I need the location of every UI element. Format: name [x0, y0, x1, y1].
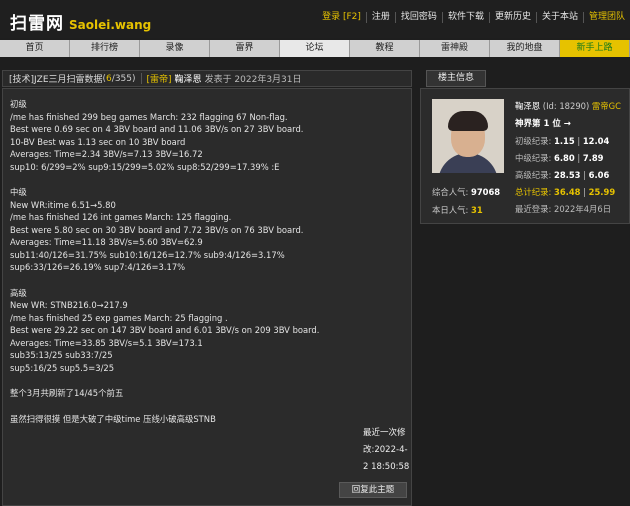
- nav-tutorial[interactable]: 教程: [350, 40, 420, 57]
- record-expert: 高级纪录: 28.53 | 6.06: [515, 170, 610, 180]
- post-line: sub11:40/126=31.75% sub10:16/126=12.7% s…: [10, 249, 285, 260]
- author-name[interactable]: 鞠泽恩: [515, 101, 540, 111]
- nav-newbie[interactable]: 新手上路: [560, 40, 630, 57]
- post-line: New WR:itime 6.51→5.80: [10, 199, 116, 210]
- post-line: sub35:13/25 sub33:7/25: [10, 350, 113, 360]
- register-link[interactable]: 注册: [365, 12, 395, 23]
- post-line: sup5:16/25 sup5.5=3/25: [10, 362, 115, 373]
- post-line: Best were 0.69 sec on 4 3BV board and 11…: [10, 124, 304, 134]
- post-line: Averages: Time=11.18 3BV/s=5.60 3BV=62.9: [10, 237, 203, 247]
- post-line: sup6:33/126=26.19% sup7:4/126=3.17%: [10, 262, 186, 272]
- post-line: /me has finished 299 beg games March: 23…: [10, 111, 288, 122]
- reply-button[interactable]: 回复此主题: [339, 482, 407, 498]
- tab-author-info[interactable]: 楼主信息: [426, 70, 486, 87]
- post-line: Averages: Time=2.34 3BV/s=7.13 3BV=16.72: [10, 149, 203, 159]
- post-date: 发表于 2022年3月31日: [204, 75, 302, 85]
- post-line: /me has finished 126 int games March: 12…: [10, 212, 232, 222]
- post-line: 10-BV Best was 1.13 sec on 10 3BV board: [10, 136, 186, 147]
- logo-title: 扫雷网: [10, 14, 64, 34]
- post-line: Averages: Time=33.85 3BV/s=5.1 3BV=173.1: [10, 337, 203, 348]
- site-logo[interactable]: 扫雷网 Saolei.wang: [10, 9, 151, 34]
- record-total: 总计纪录: 36.48 | 25.99: [515, 187, 616, 197]
- last-login: 最近登录: 2022年4月6日: [515, 204, 612, 214]
- post-body: 初级/me has finished 299 beg games March: …: [2, 88, 412, 506]
- post-line-gap: [10, 274, 410, 287]
- logo-domain: Saolei.wang: [69, 18, 152, 32]
- main-nav: 首页 排行榜 录像 雷界 论坛 教程 雷神殿 我的地盘 新手上路: [0, 40, 630, 57]
- nav-my-space[interactable]: 我的地盘: [490, 40, 560, 57]
- record-beginner: 初级纪录: 1.15 | 12.04: [515, 136, 610, 146]
- author-id: (Id: 18290): [542, 101, 590, 111]
- post-line: Best were 5.80 sec on 30 3BV board and 7…: [10, 224, 304, 235]
- post-line: 高级: [10, 287, 27, 298]
- post-line: 整个3月共刷新了14/45个前五: [10, 388, 124, 398]
- post-line: /me has finished 25 exp games March: 25 …: [10, 312, 228, 323]
- thread-header: [技术]JZE三月扫雷数据 (6/355) [雷帝] 鞠泽恩 发表于 2022年…: [2, 70, 412, 87]
- author-title: 雷帝GC: [591, 101, 622, 111]
- post-line: 中级: [10, 187, 27, 197]
- post-content: 初级/me has finished 299 beg games March: …: [10, 98, 410, 425]
- post-line-gap: [10, 374, 410, 387]
- nav-home[interactable]: 首页: [0, 40, 70, 57]
- thread-page-count: (6/355): [102, 73, 136, 84]
- record-intermediate: 中级纪录: 6.80 | 7.89: [515, 153, 604, 163]
- software-download-link[interactable]: 软件下载: [441, 12, 489, 23]
- post-line: Best were 29.22 sec on 147 3BV board and…: [10, 325, 320, 335]
- author-rank-tag: [雷帝]: [146, 75, 172, 85]
- forgot-password-link[interactable]: 找回密码: [394, 12, 442, 23]
- nav-hall-of-fame[interactable]: 雷神殿: [420, 40, 490, 57]
- login-link[interactable]: 登录 [F2]: [317, 12, 366, 23]
- nav-forum[interactable]: 论坛: [280, 40, 350, 57]
- nav-ranking[interactable]: 排行榜: [70, 40, 140, 57]
- author-info-panel: 鞠泽恩 (Id: 18290) 雷帝GC 神界第 1 位 → 初级纪录: 1.1…: [420, 88, 630, 224]
- post-line: 虽然扫得很摸 但是大破了中级time 压线小破高级STNB: [10, 413, 216, 424]
- post-line: 初级: [10, 99, 27, 109]
- admin-team-link[interactable]: 管理团队: [582, 12, 630, 23]
- author-popularity: 综合人气: 97068 本日人气: 31: [432, 183, 500, 219]
- nav-community[interactable]: 雷界: [210, 40, 280, 57]
- about-link[interactable]: 关于本站: [535, 12, 583, 23]
- site-header: 扫雷网 Saolei.wang 登录 [F2] 注册 找回密码 软件下载 更新历史…: [0, 0, 630, 38]
- author-records: 初级纪录: 1.15 | 12.04 中级纪录: 6.80 | 7.89 高级纪…: [515, 133, 615, 218]
- author-name-line: 鞠泽恩 (Id: 18290) 雷帝GC: [515, 100, 621, 112]
- post-line: New WR: STNB216.0→217.9: [10, 300, 128, 310]
- last-modified: 最近一次修 改:2022-4- 2 18:50:58: [363, 428, 410, 472]
- author-rank[interactable]: 神界第 1 位 →: [515, 117, 571, 129]
- nav-videos[interactable]: 录像: [140, 40, 210, 57]
- popularity-today: 本日人气: 31: [432, 205, 483, 215]
- popularity-total: 综合人气: 97068: [432, 187, 501, 197]
- update-history-link[interactable]: 更新历史: [488, 12, 536, 23]
- top-nav: 登录 [F2] 注册 找回密码 软件下载 更新历史 关于本站 管理团队: [317, 12, 630, 23]
- post-line-gap: [10, 400, 410, 413]
- avatar[interactable]: [432, 99, 504, 173]
- post-line: sup10: 6/299=2% sup9:15/299=5.02% sup8:5…: [10, 161, 280, 172]
- post-line-gap: [10, 173, 410, 186]
- thread-author[interactable]: 鞠泽恩: [175, 72, 202, 85]
- thread-title: [技术]JZE三月扫雷数据: [9, 75, 103, 85]
- divider: [140, 73, 142, 84]
